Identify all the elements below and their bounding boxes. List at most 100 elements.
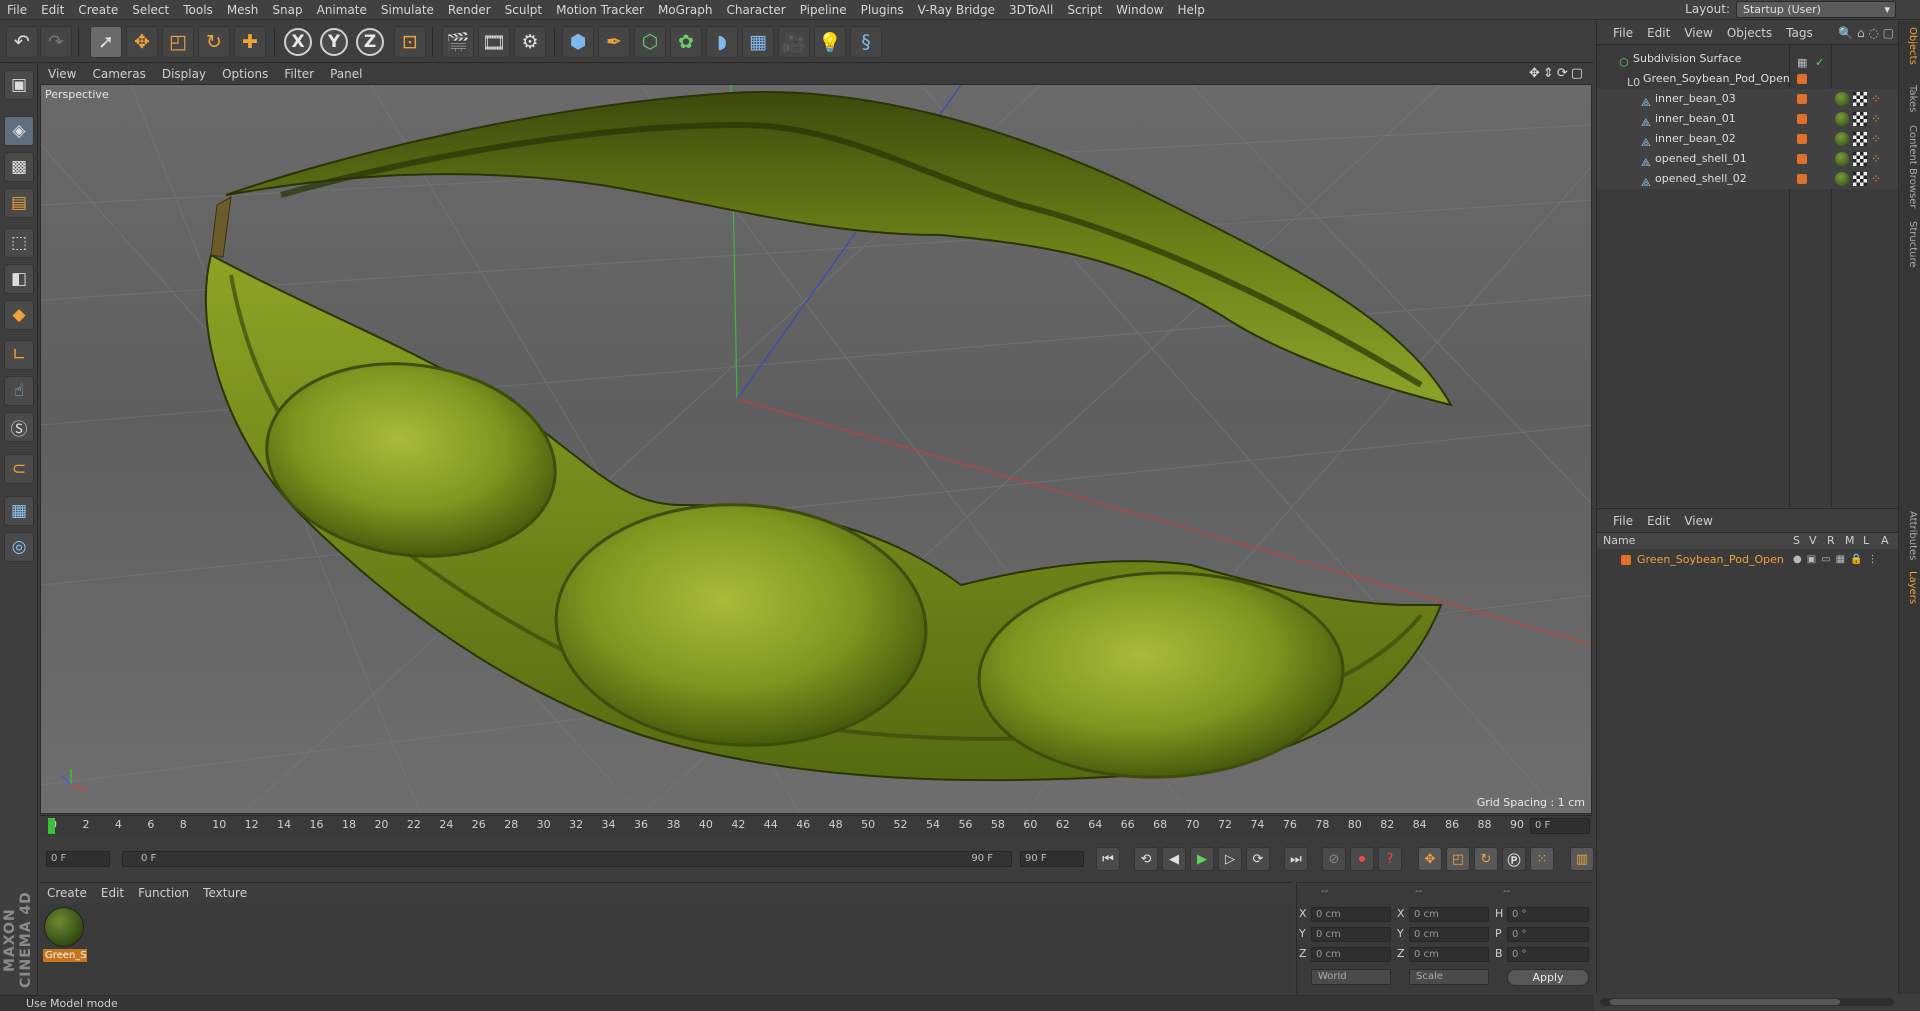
selection-tag-icon[interactable]: ⁘ bbox=[1871, 152, 1885, 166]
next-frame-icon[interactable]: ▷ bbox=[1218, 847, 1242, 871]
menu-window[interactable]: Window bbox=[1109, 0, 1170, 20]
object-row-subdivision-surface[interactable]: ⬡ Subdivision Surface ▦ ✓ bbox=[1597, 49, 1898, 69]
layout-select[interactable]: Startup (User) bbox=[1736, 1, 1896, 18]
pos-y-field[interactable]: 0 cm bbox=[1311, 927, 1391, 942]
camera-icon[interactable]: 🎥 bbox=[778, 26, 810, 58]
menu-mograph[interactable]: MoGraph bbox=[651, 0, 720, 20]
rot-b-field[interactable]: 0 ° bbox=[1507, 947, 1589, 962]
menu-animate[interactable]: Animate bbox=[310, 0, 374, 20]
selection-tag-icon[interactable]: ⁘ bbox=[1871, 112, 1885, 126]
size-x-field[interactable]: 0 cm bbox=[1409, 907, 1489, 922]
add-object-icon[interactable]: ✚ bbox=[234, 26, 266, 58]
key-parameter-icon[interactable]: Ⓟ bbox=[1502, 847, 1526, 871]
redo-icon[interactable]: ↷ bbox=[40, 26, 72, 58]
objects-menu-view[interactable]: View bbox=[1677, 26, 1719, 40]
rot-p-field[interactable]: 0 ° bbox=[1507, 927, 1589, 942]
material-swatch[interactable] bbox=[44, 907, 84, 947]
menu-edit[interactable]: Edit bbox=[34, 0, 71, 20]
object-row-opened-shell-01[interactable]: ⟁ opened_shell_01 ⁘ bbox=[1597, 149, 1898, 169]
menu-mesh[interactable]: Mesh bbox=[220, 0, 266, 20]
key-rotation-icon[interactable]: ↻ bbox=[1474, 847, 1498, 871]
end-frame-field[interactable]: 90 F bbox=[1020, 851, 1084, 867]
z-axis-lock-button[interactable]: Z bbox=[356, 28, 384, 56]
menu-render[interactable]: Render bbox=[441, 0, 498, 20]
autokey-icon[interactable]: ⏺ bbox=[1350, 847, 1374, 871]
render-picture-viewer-icon[interactable]: 🎞 bbox=[478, 26, 510, 58]
object-row-green-soybean-pod-open[interactable]: L0 Green_Soybean_Pod_Open bbox=[1597, 69, 1898, 89]
viewport-menu-options[interactable]: Options bbox=[214, 67, 276, 81]
menu-character[interactable]: Character bbox=[719, 0, 792, 20]
layer-horizontal-scrollbar[interactable] bbox=[1600, 998, 1894, 1006]
key-position-icon[interactable]: ✥ bbox=[1418, 847, 1442, 871]
scale-mode-select[interactable]: Scale bbox=[1409, 969, 1489, 985]
undo-icon[interactable]: ↶ bbox=[6, 26, 38, 58]
start-frame-field[interactable]: 0 F bbox=[46, 851, 110, 867]
move-icon[interactable]: ✥ bbox=[126, 26, 158, 58]
viewport-menu-panel[interactable]: Panel bbox=[322, 67, 370, 81]
menu-sculpt[interactable]: Sculpt bbox=[498, 0, 549, 20]
pos-z-field[interactable]: 0 cm bbox=[1311, 947, 1391, 962]
live-selection-icon[interactable]: ➚ bbox=[90, 26, 122, 58]
edges-mode-icon[interactable]: ◧ bbox=[4, 264, 34, 294]
material-tag-icon[interactable] bbox=[1835, 172, 1849, 186]
layers-menu-file[interactable]: File bbox=[1597, 514, 1640, 528]
layers-menu-edit[interactable]: Edit bbox=[1640, 514, 1677, 528]
menu-select[interactable]: Select bbox=[125, 0, 176, 20]
snap-icon[interactable]: Ⓢ bbox=[4, 412, 34, 442]
tab-content-browser[interactable]: Content Browser bbox=[1902, 125, 1918, 208]
key-scale-icon[interactable]: ◰ bbox=[1446, 847, 1470, 871]
deformer-icon[interactable]: ◗ bbox=[706, 26, 738, 58]
frame-range-slider[interactable]: 0 F 90 F bbox=[122, 851, 1012, 867]
menu-3dtoall[interactable]: 3DToAll bbox=[1002, 0, 1060, 20]
object-row-opened-shell-02[interactable]: ⟁ opened_shell_02 ⁘ bbox=[1597, 169, 1898, 189]
next-key-icon[interactable]: ⟳ bbox=[1246, 847, 1270, 871]
viewport-menu-cameras[interactable]: Cameras bbox=[84, 67, 153, 81]
scale-icon[interactable]: ◰ bbox=[162, 26, 194, 58]
timeline-window-icon[interactable]: ▥ bbox=[1570, 847, 1594, 871]
selection-tag-icon[interactable]: ⁘ bbox=[1871, 132, 1885, 146]
objects-menu-objects[interactable]: Objects bbox=[1720, 26, 1779, 40]
keyframe-selection-icon[interactable]: ? bbox=[1378, 847, 1402, 871]
render-view-icon[interactable]: 🎬 bbox=[442, 26, 474, 58]
layer-toggle-icons[interactable]: ●▣▭▦🔒⋮ bbox=[1793, 551, 1883, 569]
material-menu-create[interactable]: Create bbox=[40, 886, 94, 900]
menu-script[interactable]: Script bbox=[1060, 0, 1109, 20]
size-z-field[interactable]: 0 cm bbox=[1409, 947, 1489, 962]
material-tag-icon[interactable] bbox=[1835, 132, 1849, 146]
menu-file[interactable]: File bbox=[0, 0, 34, 20]
coordinate-space-select[interactable]: World bbox=[1311, 969, 1391, 985]
material-tag-icon[interactable] bbox=[1835, 112, 1849, 126]
workplane-icon[interactable]: ▤ bbox=[4, 188, 34, 218]
subdivision-surface-icon[interactable]: ⬡ bbox=[634, 26, 666, 58]
layers-menu-view[interactable]: View bbox=[1677, 514, 1719, 528]
x-axis-lock-button[interactable]: X bbox=[284, 28, 312, 56]
cube-icon[interactable]: ⬢ bbox=[562, 26, 594, 58]
menu-motion-tracker[interactable]: Motion Tracker bbox=[549, 0, 651, 20]
floor-icon[interactable]: ▦ bbox=[742, 26, 774, 58]
playhead[interactable] bbox=[48, 818, 55, 834]
menu-vray-bridge[interactable]: V-Ray Bridge bbox=[911, 0, 1002, 20]
lock-workplane-icon[interactable]: ▦ bbox=[4, 496, 34, 526]
rot-h-field[interactable]: 0 ° bbox=[1507, 907, 1589, 922]
menu-help[interactable]: Help bbox=[1170, 0, 1211, 20]
uvw-tag-icon[interactable] bbox=[1853, 152, 1867, 166]
viewport-menu-filter[interactable]: Filter bbox=[276, 67, 322, 81]
tab-objects[interactable]: Objects bbox=[1902, 27, 1918, 65]
selection-tag-icon[interactable]: ⁘ bbox=[1871, 172, 1885, 186]
model-mode-icon[interactable]: ◈ bbox=[4, 116, 34, 146]
python-icon[interactable]: § bbox=[850, 26, 882, 58]
uvw-tag-icon[interactable] bbox=[1853, 172, 1867, 186]
light-icon[interactable]: 💡 bbox=[814, 26, 846, 58]
material-menu-edit[interactable]: Edit bbox=[94, 886, 131, 900]
tweak-mode-icon[interactable]: ☝ bbox=[4, 376, 34, 406]
planar-workplane-icon[interactable]: ◎ bbox=[4, 532, 34, 562]
uvw-tag-icon[interactable] bbox=[1853, 92, 1867, 106]
size-y-field[interactable]: 0 cm bbox=[1409, 927, 1489, 942]
make-editable-icon[interactable]: ▣ bbox=[4, 70, 34, 100]
objects-menu-tags[interactable]: Tags bbox=[1779, 26, 1820, 40]
viewport-perspective[interactable]: Perspective Grid Spacing: 1 cm bbox=[40, 84, 1592, 814]
apply-button[interactable]: Apply bbox=[1507, 969, 1589, 986]
objects-menu-file[interactable]: File bbox=[1597, 26, 1640, 40]
menu-plugins[interactable]: Plugins bbox=[854, 0, 911, 20]
go-to-end-icon[interactable]: ⏭ bbox=[1284, 847, 1308, 871]
